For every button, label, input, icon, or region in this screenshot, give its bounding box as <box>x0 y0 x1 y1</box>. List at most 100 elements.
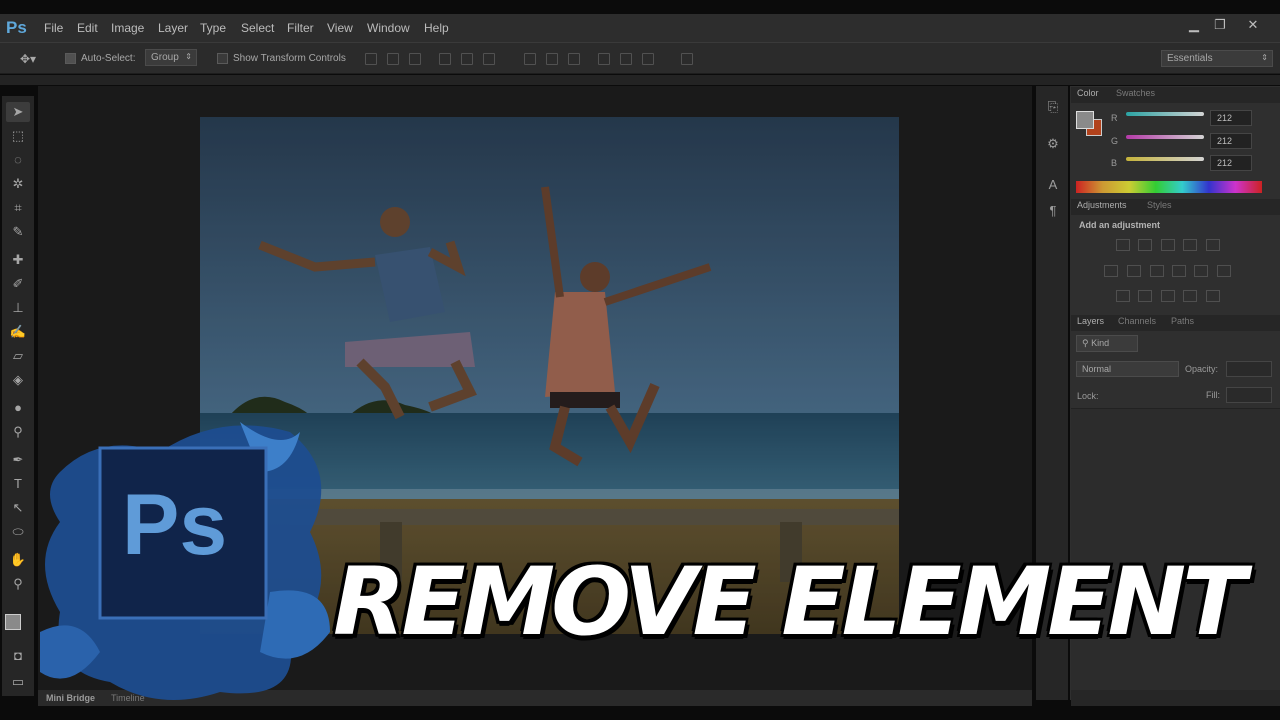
clone-stamp-tool-icon[interactable]: ⊥ <box>6 298 30 318</box>
color-balance-icon[interactable] <box>1127 265 1141 277</box>
tab-channels[interactable]: Channels <box>1118 316 1156 326</box>
eraser-tool-icon[interactable]: ▱ <box>6 346 30 366</box>
g-slider[interactable] <box>1126 135 1204 139</box>
r-slider[interactable] <box>1126 112 1204 116</box>
minimize-button[interactable]: ▁ <box>1182 17 1206 37</box>
fill-field[interactable] <box>1226 387 1272 403</box>
g-value-field[interactable]: 212 <box>1210 133 1252 149</box>
quick-mask-icon[interactable]: ◘ <box>6 646 30 666</box>
menu-file[interactable]: File <box>44 21 63 35</box>
b-slider[interactable] <box>1126 157 1204 161</box>
levels-icon[interactable] <box>1138 239 1152 251</box>
r-value-field[interactable]: 212 <box>1210 110 1252 126</box>
blur-tool-icon[interactable]: ● <box>6 398 30 418</box>
show-transform-label: Show Transform Controls <box>233 53 346 64</box>
paint-bucket-tool-icon[interactable]: ◈ <box>6 370 30 390</box>
color-spectrum-ramp[interactable] <box>1076 181 1262 193</box>
hand-tool-icon[interactable]: ✋ <box>6 550 30 570</box>
exposure-icon[interactable] <box>1183 239 1197 251</box>
distribute-vcenter-icon[interactable] <box>546 53 558 65</box>
threshold-icon[interactable] <box>1161 290 1175 302</box>
distribute-bottom-icon[interactable] <box>568 53 580 65</box>
distribute-hcenter-icon[interactable] <box>620 53 632 65</box>
opacity-field[interactable] <box>1226 361 1272 377</box>
align-right-icon[interactable] <box>483 53 495 65</box>
show-transform-checkbox[interactable] <box>217 53 228 64</box>
auto-align-icon[interactable] <box>681 53 693 65</box>
auto-select-dropdown[interactable]: Group ⇕ <box>145 49 197 66</box>
align-bottom-icon[interactable] <box>409 53 421 65</box>
color-lookup-icon[interactable] <box>1217 265 1231 277</box>
brightness-contrast-icon[interactable] <box>1116 239 1130 251</box>
pen-tool-icon[interactable]: ✒ <box>6 450 30 470</box>
path-selection-tool-icon[interactable]: ↖ <box>6 498 30 518</box>
eyedropper-tool-icon[interactable]: ✎ <box>6 222 30 242</box>
black-white-icon[interactable] <box>1150 265 1164 277</box>
screen-mode-icon[interactable]: ▭ <box>6 672 30 692</box>
menu-type[interactable]: Type <box>200 21 226 35</box>
auto-select-label: Auto-Select: <box>81 53 136 64</box>
menu-select[interactable]: Select <box>241 21 274 35</box>
foreground-color-swatch[interactable] <box>5 614 21 630</box>
close-button[interactable]: ✕ <box>1241 17 1265 37</box>
history-icon[interactable]: ⎘ <box>1044 99 1062 117</box>
tab-layers[interactable]: Layers <box>1077 316 1104 326</box>
align-vcenter-icon[interactable] <box>387 53 399 65</box>
auto-select-checkbox[interactable] <box>65 53 76 64</box>
tab-swatches[interactable]: Swatches <box>1116 88 1155 98</box>
menu-edit[interactable]: Edit <box>77 21 98 35</box>
tab-adjustments[interactable]: Adjustments <box>1077 200 1127 210</box>
zoom-tool-icon[interactable]: ⚲ <box>6 574 30 594</box>
blend-mode-dropdown[interactable]: Normal <box>1076 361 1179 377</box>
menu-window[interactable]: Window <box>367 21 410 35</box>
photoshop-badge: Ps <box>40 412 340 712</box>
menu-layer[interactable]: Layer <box>158 21 188 35</box>
magic-wand-tool-icon[interactable]: ✲ <box>6 174 30 194</box>
align-left-icon[interactable] <box>439 53 451 65</box>
hue-saturation-icon[interactable] <box>1104 265 1118 277</box>
gradient-map-icon[interactable] <box>1206 290 1220 302</box>
brush-tool-icon[interactable]: ✐ <box>6 274 30 294</box>
b-value-field[interactable]: 212 <box>1210 155 1252 171</box>
ellipse-tool-icon[interactable]: ⬭ <box>6 522 30 542</box>
history-brush-tool-icon[interactable]: ✍ <box>6 322 30 342</box>
layer-kind-filter[interactable]: ⚲ Kind <box>1076 335 1138 352</box>
menu-image[interactable]: Image <box>111 21 144 35</box>
restore-button[interactable]: ❐ <box>1208 17 1232 37</box>
tab-color[interactable]: Color <box>1077 88 1099 98</box>
photo-filter-icon[interactable] <box>1172 265 1186 277</box>
crop-tool-icon[interactable]: ⌗ <box>6 198 30 218</box>
foreground-color-chip[interactable] <box>1076 111 1094 129</box>
g-label: G <box>1111 136 1119 146</box>
character-icon[interactable]: A <box>1044 177 1062 195</box>
workspace-value: Essentials <box>1167 53 1213 64</box>
align-hcenter-icon[interactable] <box>461 53 473 65</box>
app-logo: Ps <box>6 18 27 37</box>
move-tool-icon[interactable]: ✥▾ <box>20 52 36 66</box>
paragraph-icon[interactable]: ¶ <box>1044 203 1062 221</box>
healing-brush-tool-icon[interactable]: ✚ <box>6 250 30 270</box>
tab-styles[interactable]: Styles <box>1147 200 1172 210</box>
channel-mixer-icon[interactable] <box>1194 265 1208 277</box>
vibrance-icon[interactable] <box>1206 239 1220 251</box>
distribute-top-icon[interactable] <box>524 53 536 65</box>
menu-filter[interactable]: Filter <box>287 21 314 35</box>
dodge-tool-icon[interactable]: ⚲ <box>6 422 30 442</box>
align-top-icon[interactable] <box>365 53 377 65</box>
menu-view[interactable]: View <box>327 21 353 35</box>
workspace-dropdown[interactable]: Essentials ⇕ <box>1161 50 1273 67</box>
menu-help[interactable]: Help <box>424 21 449 35</box>
actions-icon[interactable]: ⚙ <box>1044 136 1062 154</box>
r-label: R <box>1111 113 1118 123</box>
move-tool-icon[interactable]: ➤ <box>6 102 30 122</box>
curves-icon[interactable] <box>1161 239 1175 251</box>
selective-color-icon[interactable] <box>1183 290 1197 302</box>
invert-icon[interactable] <box>1116 290 1130 302</box>
type-tool-icon[interactable]: T <box>6 474 30 494</box>
distribute-right-icon[interactable] <box>642 53 654 65</box>
lasso-tool-icon[interactable]: ◌ <box>6 150 30 170</box>
posterize-icon[interactable] <box>1138 290 1152 302</box>
marquee-tool-icon[interactable]: ⬚ <box>6 126 30 146</box>
tab-paths[interactable]: Paths <box>1171 316 1194 326</box>
distribute-left-icon[interactable] <box>598 53 610 65</box>
